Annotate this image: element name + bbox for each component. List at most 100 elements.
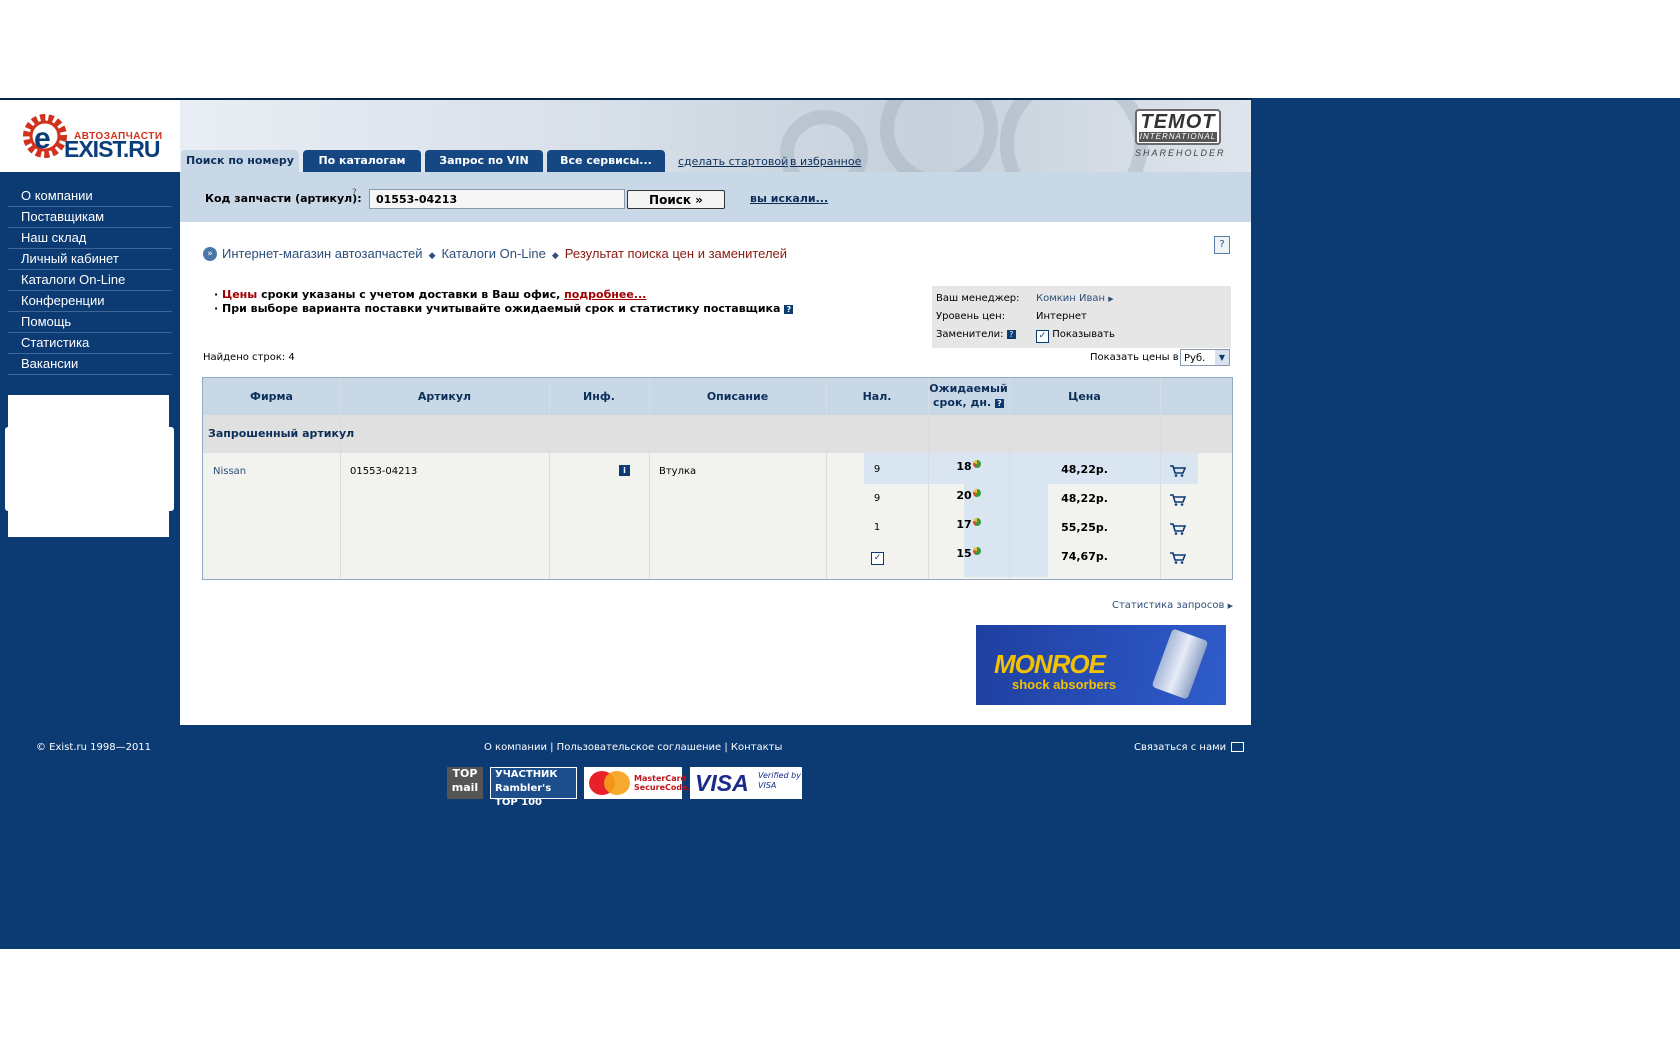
section-label: Запрошенный артикул	[208, 427, 355, 440]
header-article[interactable]: Артикул	[340, 390, 549, 403]
offer-days: 20	[928, 489, 1009, 502]
cart-icon[interactable]	[1170, 494, 1186, 506]
nav-item-help[interactable]: Помощь	[8, 312, 172, 333]
manager-value[interactable]: Комкин Иван ▶	[1036, 293, 1114, 304]
envelope-icon	[1231, 742, 1245, 752]
offer-days-value: 20	[956, 489, 972, 502]
item-article: 01553-04213	[350, 466, 418, 477]
header-desc[interactable]: Описание	[649, 390, 826, 403]
note-help-icon[interactable]: ?	[784, 304, 794, 314]
tab-all-services[interactable]: Все сервисы...	[547, 150, 665, 172]
tab-search-number[interactable]: Поиск по номеру	[181, 150, 299, 172]
nav-item-account[interactable]: Личный кабинет	[8, 249, 172, 270]
header-price[interactable]: Цена	[1009, 390, 1160, 403]
temot-logo[interactable]: TEMOT INTERNATIONAL SHAREHOLDER	[1135, 109, 1224, 161]
stats-pie-icon[interactable]	[972, 547, 981, 555]
subs-toggle[interactable]: ✓ Показывать	[1036, 329, 1115, 343]
monroe-banner[interactable]: MONROE shock absorbers	[976, 625, 1226, 705]
logo-text[interactable]: EXIST.RU	[64, 136, 161, 163]
mastercard-orange-circle	[604, 771, 630, 795]
mastercard-badge[interactable]: MasterCard SecureCode.	[584, 767, 691, 799]
verified-by-visa: Verified by VISA	[758, 771, 801, 790]
offer-stock-check-icon: ✓	[871, 552, 884, 565]
header-stock[interactable]: Нал.	[826, 390, 928, 403]
search-help-icon[interactable]: ?	[352, 188, 357, 198]
breadcrumb-icon: »	[203, 247, 217, 261]
level-label: Уровень цен:	[936, 311, 1006, 322]
offer-days: 17	[928, 518, 1009, 531]
subs-checkbox[interactable]: ✓	[1036, 330, 1049, 343]
copyright: © Exist.ru 1998—2011	[36, 742, 152, 753]
temot-name: TEMOT	[1140, 111, 1216, 133]
search-label: Код запчасти (артикул):	[205, 192, 362, 205]
manager-link[interactable]: Комкин Иван	[1036, 293, 1105, 304]
search-input[interactable]	[369, 189, 625, 209]
subs-label-text: Заменители:	[936, 329, 1004, 340]
nav-item-statistics[interactable]: Статистика	[8, 333, 172, 354]
search-button[interactable]: Поиск »	[627, 190, 725, 209]
arrow-icon: ▶	[1108, 295, 1114, 303]
item-brand[interactable]: Nissan	[213, 466, 246, 477]
cart-icon[interactable]	[1170, 465, 1186, 477]
notes: · Цены сроки указаны с учетом доставки в…	[214, 288, 794, 316]
offer-days-value: 18	[956, 460, 972, 473]
favorites-link[interactable]: в избранное	[790, 155, 861, 168]
tab-catalogs[interactable]: По каталогам	[303, 150, 421, 172]
breadcrumb-catalogs[interactable]: Каталоги On-Line	[441, 246, 545, 261]
stats-pie-icon[interactable]	[972, 518, 981, 526]
svg-text:e: e	[34, 122, 51, 155]
toplinks-separator: |	[784, 155, 788, 168]
left-nav: О компании Поставщикам Наш склад Личный …	[8, 186, 172, 375]
gear-logo-icon[interactable]: e	[20, 108, 70, 164]
make-homepage-link[interactable]: сделать стартовой	[678, 155, 788, 168]
days-help-icon[interactable]: ?	[994, 398, 1004, 408]
results-table: Фирма Артикул Инф. Описание Нал. Ожидаем…	[202, 377, 1233, 580]
tab-vin[interactable]: Запрос по VIN	[425, 150, 543, 172]
visa-badge[interactable]: VISA Verified by VISA	[690, 767, 802, 799]
contact-text[interactable]: Связаться с нами	[1134, 742, 1226, 753]
info-icon[interactable]: i	[619, 465, 630, 476]
request-stats-text[interactable]: Статистика запросов	[1112, 600, 1224, 611]
nav-item-vacancies[interactable]: Вакансии	[8, 354, 172, 375]
offer-stock: 9	[873, 464, 881, 475]
nav-item-catalogs[interactable]: Каталоги On-Line	[8, 270, 172, 291]
shock-absorber-image	[1151, 628, 1209, 700]
subs-help-icon[interactable]: ?	[1006, 329, 1016, 339]
nav-item-about[interactable]: О компании	[8, 186, 172, 207]
nav-item-suppliers[interactable]: Поставщикам	[8, 207, 172, 228]
stats-pie-icon[interactable]	[972, 489, 981, 497]
offer-price: 74,67р.	[1061, 550, 1108, 563]
mastercard-text: MasterCard SecureCode.	[634, 774, 691, 792]
search-history-link[interactable]: вы искали...	[750, 192, 828, 205]
cart-icon[interactable]	[1170, 552, 1186, 564]
header-brand[interactable]: Фирма	[203, 390, 340, 403]
stats-pie-icon[interactable]	[972, 460, 981, 468]
rambler-badge[interactable]: УЧАСТНИК Rambler's TOP 100	[490, 767, 577, 808]
subs-label: Заменители: ?	[936, 329, 1016, 340]
offer-price: 48,22р.	[1061, 492, 1108, 505]
breadcrumb-shop[interactable]: Интернет-магазин автозапчастей	[222, 246, 423, 261]
col-stock	[826, 378, 929, 579]
note-more-link[interactable]: подробнее...	[564, 288, 646, 301]
price-currency-label: Показать цены в	[1090, 352, 1179, 363]
currency-select[interactable]: Руб. ▼	[1180, 349, 1230, 366]
request-stats-link[interactable]: Статистика запросов ▶	[1112, 600, 1233, 611]
side-ad	[8, 395, 169, 537]
cart-icon[interactable]	[1170, 523, 1186, 535]
nav-item-warehouse[interactable]: Наш склад	[8, 228, 172, 249]
footer-links[interactable]: О компании | Пользовательское соглашение…	[484, 742, 782, 753]
help-icon[interactable]: ?	[1214, 236, 1230, 254]
header-days[interactable]: Ожидаемый срок, дн. ?	[928, 382, 1009, 410]
offer-price: 55,25р.	[1061, 521, 1108, 534]
note-text-2: При выборе варианта поставки учитывайте …	[222, 302, 781, 315]
found-count: Найдено строк: 4	[203, 352, 295, 363]
nav-item-forums[interactable]: Конференции	[8, 291, 172, 312]
make-homepage-text[interactable]: сделать стартовой	[678, 155, 788, 168]
top-mail-badge[interactable]: TOP mail	[447, 767, 483, 799]
breadcrumb-sep: ◆	[428, 250, 436, 260]
col-cart	[1160, 378, 1195, 579]
contact-link[interactable]: Связаться с нами	[1134, 742, 1245, 753]
note-line-2: · При выборе варианта поставки учитывайт…	[214, 302, 794, 316]
item-desc: Втулка	[659, 466, 697, 477]
favorites-text[interactable]: в избранное	[790, 155, 861, 168]
